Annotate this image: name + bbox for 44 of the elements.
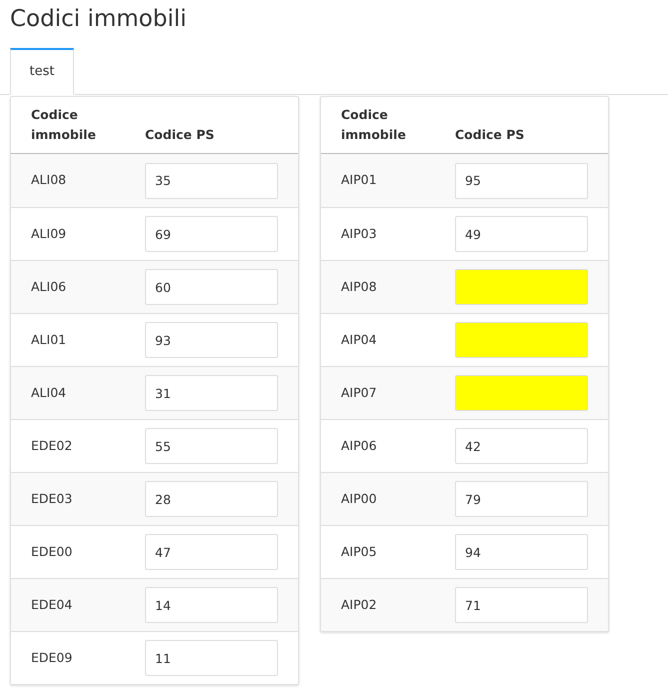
input-field[interactable]: 49	[455, 216, 588, 252]
table-cell-text: ALI04	[30, 384, 68, 402]
tab[interactable]: test	[10, 48, 74, 95]
input-field[interactable]: 31	[145, 375, 278, 411]
table-cell-text: EDE04	[30, 596, 74, 614]
table-cell-text: AIP01	[340, 171, 378, 190]
table-cell-text: AIP03	[340, 224, 378, 243]
input-field[interactable]: 35	[145, 162, 278, 198]
column-header: Codice PS	[455, 126, 524, 144]
table-cell-text: ALI08	[30, 171, 68, 190]
table-cell-text: ALI06	[30, 278, 68, 296]
table-cell-text: ALI01	[30, 330, 68, 349]
column-header: Codice PS	[145, 126, 214, 144]
input-field[interactable]: 11	[145, 640, 278, 676]
input-field[interactable]	[455, 269, 588, 305]
input-field[interactable]: 42	[455, 428, 588, 464]
input-field[interactable]: 71	[455, 587, 588, 623]
table-cell-text: ALI09	[30, 224, 68, 243]
table-cell-text: AIP08	[340, 278, 378, 296]
column-header: Codice immobile	[340, 106, 407, 144]
table-cell-text: EDE09	[30, 648, 74, 667]
input-field[interactable]: 14	[145, 587, 278, 623]
input-field[interactable]: 69	[145, 216, 278, 252]
table-cell-text: AIP00	[340, 490, 378, 508]
table-cell-text: AIP02	[340, 596, 378, 614]
input-field[interactable]	[455, 375, 588, 411]
input-field[interactable]: 28	[145, 481, 278, 517]
table-cell-text: EDE02	[30, 436, 74, 455]
table-cell-text: AIP04	[340, 330, 378, 349]
input-field[interactable]: 93	[145, 322, 278, 358]
table-cell-text: AIP06	[340, 436, 378, 455]
input-field[interactable]: 94	[455, 534, 588, 570]
table-cell-text: EDE03	[30, 490, 74, 508]
input-field[interactable]: 79	[455, 481, 588, 517]
column-header: Codice immobile	[30, 106, 97, 144]
input-field[interactable]	[455, 322, 588, 358]
input-field[interactable]: 47	[145, 534, 278, 570]
input-field[interactable]: 95	[455, 162, 588, 198]
input-field[interactable]: 55	[145, 428, 278, 464]
input-field[interactable]: 60	[145, 269, 278, 305]
table-cell-text: AIP05	[340, 542, 378, 561]
table-cell-text: AIP07	[340, 384, 378, 402]
page-title: Codici immobili	[9, 5, 188, 34]
table-cell-text: EDE00	[30, 542, 74, 561]
